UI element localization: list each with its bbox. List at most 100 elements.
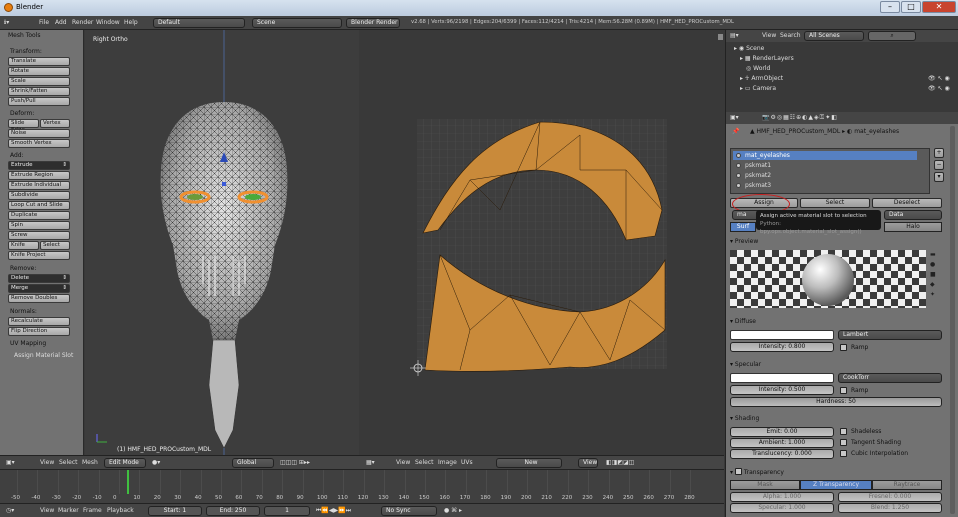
head-mesh[interactable] — [85, 30, 359, 455]
duplicate-button[interactable]: Duplicate — [8, 211, 70, 220]
properties-editor-type-icon[interactable]: ▣▾ — [730, 114, 739, 121]
diffuse-panel-header[interactable]: ▾ Diffuse — [730, 318, 942, 325]
specular-intensity-slider[interactable]: Intensity: 0.500 — [730, 385, 834, 395]
tab-z-transparency[interactable]: Z Transparency — [800, 480, 872, 490]
uv-editor-type-icon[interactable]: ▦▾ — [366, 459, 375, 466]
playback-controls-icons[interactable]: ⏮⏪◀▶⏩⏭ — [316, 507, 351, 515]
timeline[interactable]: -50 -40 -30 -20 -10 0 10 20 30 40 50 60 70 80 90 100 110… — [0, 469, 724, 503]
timeline-editor-type-icon[interactable]: ◷▾ — [6, 507, 14, 514]
tab-halo[interactable]: Halo — [884, 222, 942, 232]
knife-project-button[interactable]: Knife Project — [8, 251, 70, 260]
timeline-menu-marker[interactable]: Marker — [58, 507, 79, 514]
outliner-item-renderlayers[interactable]: ▸ ▦ RenderLayers — [740, 55, 794, 62]
outliner-editor-type-icon[interactable]: ▤▾ — [730, 32, 739, 39]
outliner-display-selector[interactable]: All Scenes — [804, 31, 864, 41]
outliner-item-scene[interactable]: ▸ ◉ Scene — [734, 45, 764, 52]
slot-pskmat1[interactable]: pskmat1 — [733, 161, 917, 170]
fresnel-field[interactable]: Fresnel: 0.000 — [838, 492, 942, 502]
timeline-menu-playback[interactable]: Playback — [107, 507, 134, 514]
visibility-icons[interactable]: 👁 ↖ ◉ — [928, 85, 950, 92]
pin-icon[interactable]: 📌 — [732, 128, 739, 135]
properties-editor[interactable]: ▣▾ 📷⚙◎▦☷⊕◐▲◈⚿✦◧ 📌 ▲ HMF_HED_PROCustom_MD… — [726, 112, 958, 517]
3d-menu-select[interactable]: Select — [59, 459, 78, 466]
outliner-menu-view[interactable]: View — [762, 32, 776, 39]
spin-button[interactable]: Spin — [8, 221, 70, 230]
loop-cut-button[interactable]: Loop Cut and Slide — [8, 201, 70, 210]
deselect-button[interactable]: Deselect — [872, 198, 942, 208]
extrude-individual-button[interactable]: Extrude Individual — [8, 181, 70, 190]
slide-edge-button[interactable]: Slide Edge — [8, 119, 39, 133]
transparency-panel-header[interactable]: ▾ Transparency — [730, 467, 942, 476]
outliner-search-input[interactable]: ⌕ — [868, 31, 916, 41]
tab-surface[interactable]: Surf — [730, 222, 756, 232]
shading-panel-header[interactable]: ▾ Shading — [730, 415, 942, 422]
panel-toggle-icon[interactable] — [718, 34, 723, 40]
extrude-region-button[interactable]: Extrude Region — [8, 171, 70, 180]
keying-icons[interactable]: ● ⌘ ▸ — [444, 507, 462, 514]
close-button[interactable]: ✕ — [922, 1, 956, 13]
specular-shader-selector[interactable]: CookTorr — [838, 373, 942, 383]
uv-menu-uvs[interactable]: UVs — [461, 459, 473, 466]
maximize-button[interactable]: □ — [901, 1, 921, 13]
merge-menu[interactable]: Merge ⇕ — [8, 284, 70, 293]
snap-icons[interactable]: ◫◫◫ ⊞▸▸ — [280, 459, 310, 466]
slot-pskmat3[interactable]: pskmat3 — [733, 181, 917, 190]
material-slot-list[interactable]: mat_eyelashes pskmat1 pskmat2 pskmat3 — [730, 148, 930, 194]
tab-mask[interactable]: Mask — [730, 480, 800, 490]
new-image-button[interactable]: New — [496, 458, 562, 468]
blend-field[interactable]: Blend: 1.250 — [838, 503, 942, 513]
slot-pskmat2[interactable]: pskmat2 — [733, 171, 917, 180]
diffuse-ramp-checkbox[interactable] — [840, 344, 847, 351]
uv-menu-view[interactable]: View — [396, 459, 410, 466]
outliner[interactable]: ▤▾ View Search All Scenes ⌕ ▸ ◉ Scene ▸ … — [726, 30, 958, 112]
menu-file[interactable]: File — [39, 19, 49, 26]
shadeless-checkbox[interactable] — [840, 428, 847, 435]
diffuse-color-swatch[interactable] — [730, 330, 834, 340]
cubic-interpolation-checkbox[interactable] — [840, 450, 847, 457]
layout-selector[interactable]: Default — [153, 18, 245, 28]
subdivide-button[interactable]: Subdivide — [8, 191, 70, 200]
scale-button[interactable]: Scale — [8, 77, 70, 86]
timeline-grid[interactable]: -50 -40 -30 -20 -10 0 10 20 30 40 50 60 70 80 90 100 110… — [0, 470, 724, 501]
alpha-field[interactable]: Alpha: 1.000 — [730, 492, 834, 502]
specular-alpha-field[interactable]: Specular: 1.000 — [730, 503, 834, 513]
preview-type-icons[interactable]: ▬ ● ■ ◆ ✦ — [930, 250, 942, 308]
recalculate-button[interactable]: Recalculate — [8, 317, 70, 326]
3d-menu-mesh[interactable]: Mesh — [82, 459, 98, 466]
timeline-menu-frame[interactable]: Frame — [83, 507, 102, 514]
visibility-icons[interactable]: 👁 ↖ ◉ — [928, 75, 950, 82]
uv-view-dropdown[interactable]: View — [578, 458, 598, 468]
remove-slot-button[interactable]: − — [934, 160, 944, 170]
menu-help[interactable]: Help — [124, 19, 138, 26]
outliner-menu-search[interactable]: Search — [780, 32, 801, 39]
delete-menu[interactable]: Delete ⇕ — [8, 274, 70, 283]
minimize-button[interactable]: – — [880, 1, 900, 13]
uv-tools-icons[interactable]: ◧◨◩◪◫ — [606, 459, 634, 466]
shading-icon[interactable]: ●▾ — [152, 459, 160, 466]
extrude-menu[interactable]: Extrude ⇕ — [8, 161, 70, 170]
3d-editor-type-icon[interactable]: ▣▾ — [6, 459, 15, 466]
hardness-field[interactable]: Hardness: 50 — [730, 397, 942, 407]
current-frame-cursor[interactable] — [127, 470, 129, 494]
uv-layout[interactable] — [360, 30, 724, 455]
mode-selector[interactable]: Edit Mode — [104, 458, 146, 468]
preview-panel-header[interactable]: ▾ Preview — [730, 238, 942, 245]
assign-material-slot-panel[interactable]: Assign Material Slot — [14, 352, 73, 359]
specular-ramp-checkbox[interactable] — [840, 387, 847, 394]
properties-context-icons[interactable]: 📷⚙◎▦☷⊕◐▲◈⚿✦◧ — [762, 114, 838, 122]
specular-color-swatch[interactable] — [730, 373, 834, 383]
translucency-field[interactable]: Translucency: 0.000 — [730, 449, 834, 459]
diffuse-shader-selector[interactable]: Lambert — [838, 330, 942, 340]
tangent-shading-checkbox[interactable] — [840, 439, 847, 446]
push-pull-button[interactable]: Push/Pull — [8, 97, 70, 106]
knife-select-button[interactable]: Select — [40, 241, 70, 250]
sync-selector[interactable]: No Sync — [381, 506, 437, 516]
render-engine-selector[interactable]: Blender Render — [346, 18, 400, 28]
3d-viewport[interactable]: Right Ortho (1) HMF_HED_PROCustom_MDL — [85, 30, 359, 455]
screw-button[interactable]: Screw — [8, 231, 70, 240]
emit-field[interactable]: Emit: 0.00 — [730, 427, 834, 437]
slot-specials-button[interactable]: ▾ — [934, 172, 944, 182]
timeline-menu-view[interactable]: View — [40, 507, 54, 514]
transparency-checkbox[interactable] — [734, 468, 742, 475]
menu-window[interactable]: Window — [96, 19, 120, 26]
